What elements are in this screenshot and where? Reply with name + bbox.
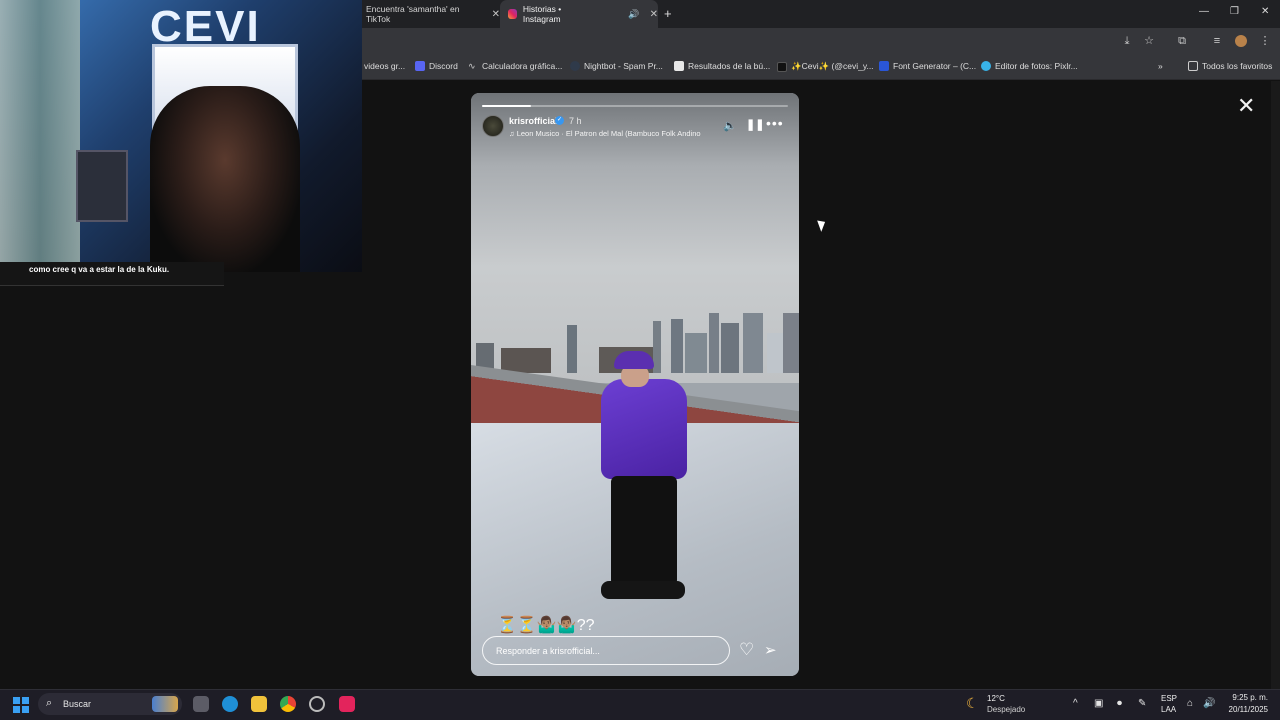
- close-window-icon[interactable]: ✕: [1261, 6, 1269, 17]
- install-icon[interactable]: ⤓: [1121, 35, 1133, 47]
- volume-tray-icon[interactable]: 🔊: [1203, 698, 1215, 709]
- volume-icon[interactable]: 🔈: [723, 119, 737, 132]
- discord-icon: [415, 61, 425, 71]
- new-tab-button[interactable]: +: [664, 6, 672, 21]
- keyboard-layout: LAA: [1161, 705, 1177, 714]
- search-icon: ⌕: [46, 697, 53, 709]
- tiktok-app-icon[interactable]: [339, 696, 355, 712]
- webcam-overlay: CEVI: [0, 0, 362, 272]
- folder-icon: [1188, 61, 1198, 71]
- windows-start-icon[interactable]: [13, 697, 29, 713]
- bookmark-all-favorites[interactable]: Todos los favoritos: [1188, 61, 1272, 71]
- person-hat: [614, 351, 654, 369]
- edge-icon[interactable]: [222, 696, 238, 712]
- person-jacket: [601, 379, 687, 479]
- close-story-icon[interactable]: ✕: [1237, 93, 1255, 119]
- bookmark-pixlr[interactable]: Editor de fotos: Pixlr...: [981, 61, 1078, 71]
- weather-temp: 12°C: [987, 694, 1005, 703]
- bookmark-cevi-tiktok[interactable]: ✨Cevi✨ (@cevi_y...: [777, 61, 874, 72]
- person-shoes: [601, 581, 685, 599]
- tiktok-icon: [777, 61, 787, 72]
- restore-icon[interactable]: ❐: [1230, 6, 1239, 17]
- like-heart-icon[interactable]: ♡: [739, 640, 754, 660]
- search-label: Buscar: [63, 699, 92, 709]
- close-tab-icon[interactable]: ✕: [650, 9, 658, 20]
- music-label: Leon Musico · El Patron del Mal (Bambuco…: [516, 129, 701, 138]
- person-pants: [611, 476, 677, 586]
- bookmark-nightbot[interactable]: Nightbot - Spam Pr...: [570, 61, 663, 71]
- app-icon[interactable]: [309, 696, 325, 712]
- scrollbar[interactable]: [1271, 81, 1280, 689]
- graph-icon: ∿: [468, 61, 476, 71]
- clock-date[interactable]: 20/11/2025: [1222, 705, 1268, 714]
- bookmark-font-generator[interactable]: Font Generator – (C...: [879, 61, 976, 71]
- font-generator-icon: [879, 61, 889, 71]
- story-username[interactable]: krisrofficial: [509, 116, 558, 126]
- more-bookmarks-icon[interactable]: »: [1158, 61, 1163, 71]
- tray-overflow-icon[interactable]: ^: [1073, 698, 1078, 709]
- network-icon[interactable]: ⌂: [1187, 698, 1193, 709]
- microphone-icon[interactable]: ⏺: [1117, 698, 1122, 709]
- minimize-icon[interactable]: —: [1199, 6, 1209, 17]
- search-highlight-icon[interactable]: [152, 696, 178, 712]
- verified-badge-icon: ✓: [555, 116, 564, 125]
- tab-label: Historias • Instagram: [522, 4, 562, 24]
- story-time: 7 h: [569, 116, 582, 126]
- more-options-icon[interactable]: •••: [766, 115, 784, 131]
- speaker-icon[interactable]: 🔊: [628, 9, 639, 20]
- pause-icon[interactable]: ❚❚: [746, 118, 764, 131]
- moon-weather-icon[interactable]: ☾: [966, 695, 979, 712]
- nightbot-icon: [570, 61, 580, 71]
- reply-placeholder: Responder a krisrofficial...: [496, 646, 600, 656]
- chat-message: como cree q va a estar la de la Kuku.: [29, 265, 170, 274]
- task-view-icon[interactable]: [193, 696, 209, 712]
- menu-icon[interactable]: ⋮: [1259, 35, 1271, 47]
- tab-instagram[interactable]: Historias • Instagram 🔊 ✕: [500, 0, 658, 28]
- story-progress-fill: [482, 105, 531, 107]
- profile-avatar[interactable]: [1235, 35, 1247, 47]
- bookmark-calculadora[interactable]: ∿ Calculadora gráfica...: [468, 61, 562, 71]
- file-explorer-icon[interactable]: [251, 696, 267, 712]
- pixlr-icon: [981, 61, 991, 71]
- taskbar: [0, 689, 1280, 720]
- tab-tiktok[interactable]: Encuentra 'samantha' en TikTok ✕: [362, 0, 500, 28]
- send-icon[interactable]: ➢: [764, 641, 777, 659]
- bookmark-resultados[interactable]: Resultados de la bú...: [674, 61, 770, 71]
- mouse-cursor-icon: [817, 218, 828, 232]
- pen-icon[interactable]: ✎: [1138, 698, 1146, 709]
- tray-app-icon[interactable]: ▣: [1094, 698, 1103, 709]
- bookmark-videos[interactable]: videos gr...: [364, 61, 405, 71]
- language-code[interactable]: ESP: [1161, 694, 1177, 703]
- story-viewer[interactable]: krisrofficial ✓ 7 h ♫ Leon Musico · El P…: [471, 93, 799, 676]
- bookmark-discord[interactable]: Discord: [415, 61, 458, 71]
- tab-label: Encuentra 'samantha' en TikTok: [366, 4, 460, 24]
- media-controls-icon[interactable]: ≡: [1211, 35, 1223, 47]
- shelf: [76, 150, 128, 222]
- story-emoji-text: ⏳⏳🤷🏽‍♂️🤷🏽‍♂️??: [497, 617, 595, 634]
- story-music[interactable]: ♫ Leon Musico · El Patron del Mal (Bambu…: [509, 129, 701, 138]
- streamer: [150, 86, 300, 272]
- bookmark-star-icon[interactable]: ☆: [1143, 35, 1155, 47]
- extensions-icon[interactable]: ⧉: [1176, 35, 1188, 47]
- clock-time[interactable]: 9:25 p. m.: [1226, 693, 1268, 702]
- user-avatar[interactable]: [482, 115, 504, 137]
- chrome-icon[interactable]: [280, 696, 296, 712]
- weather-desc: Despejado: [987, 705, 1026, 714]
- instagram-icon: [508, 9, 517, 19]
- close-tab-icon[interactable]: ✕: [492, 9, 500, 20]
- document-icon: [674, 61, 684, 71]
- curtain: [0, 0, 80, 272]
